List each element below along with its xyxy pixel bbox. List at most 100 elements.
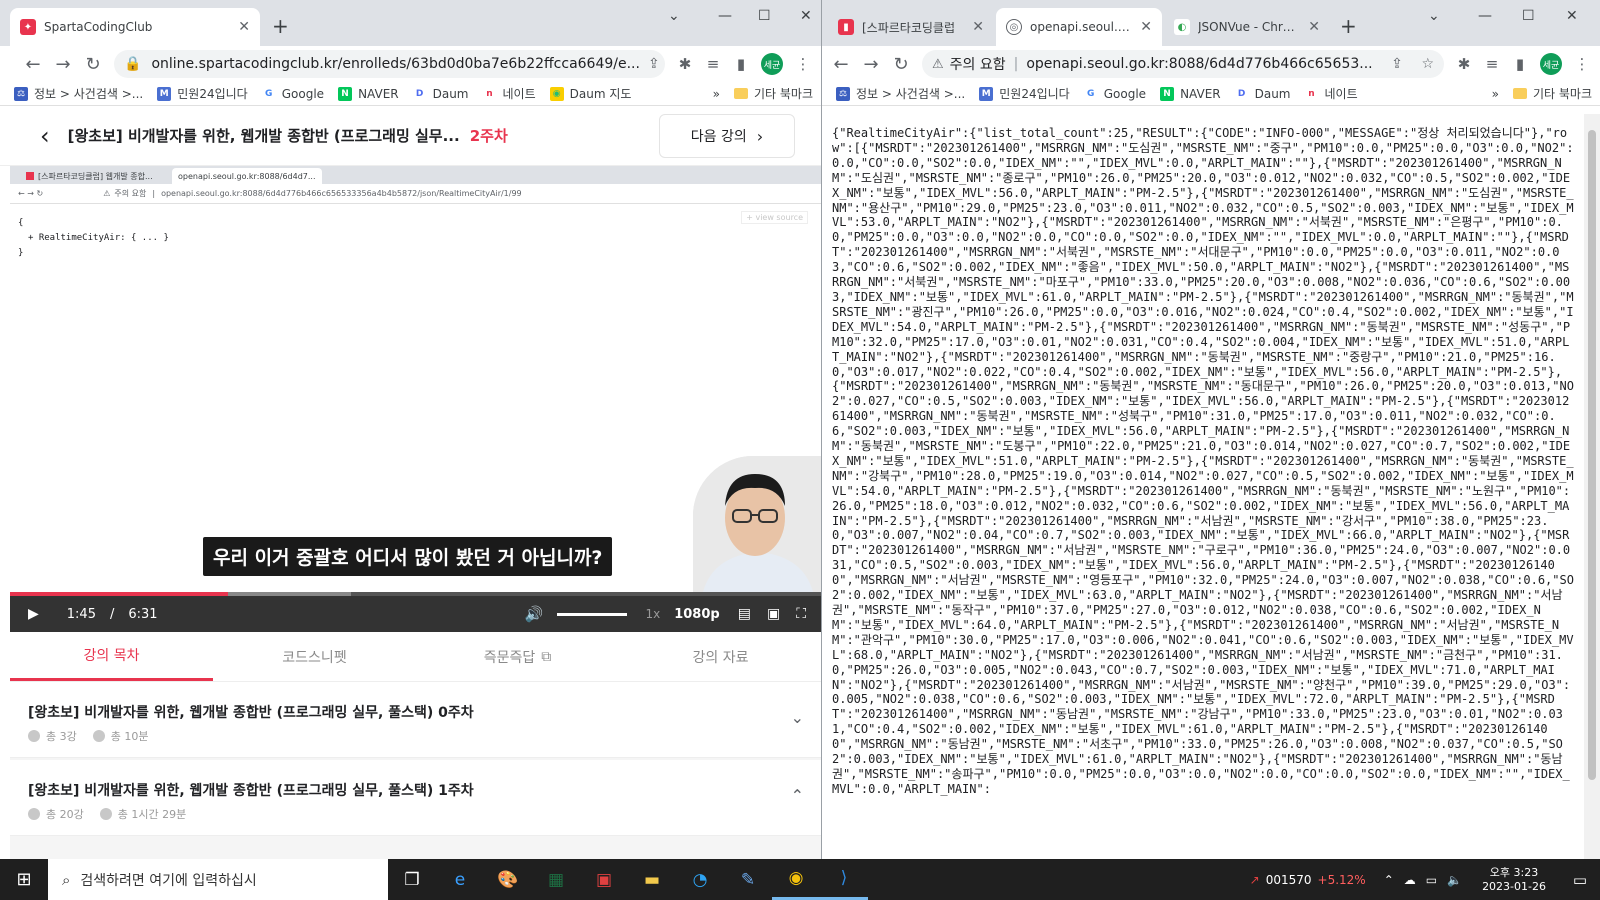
tab-sparta[interactable]: ▮ [스파르타코딩클럽 ✕ xyxy=(828,8,994,46)
address-bar[interactable]: ⚠ 주의 요함 | openapi.seoul.go.kr:8088/6d4d7… xyxy=(922,50,1444,78)
volume-tray-icon[interactable]: 🔈 xyxy=(1447,873,1462,887)
profile-avatar[interactable]: 세균 xyxy=(761,53,783,75)
notification-icon[interactable]: ▭ xyxy=(1560,871,1600,889)
expand-chevron-icon[interactable]: ⌄ xyxy=(791,708,804,727)
bookmark-daum[interactable]: D Daum xyxy=(412,86,469,101)
address-bar[interactable]: 🔒 online.spartacodingclub.kr/enrolleds/6… xyxy=(114,50,665,78)
close-window-icon[interactable]: ✕ xyxy=(800,8,812,24)
tab-code-snippet[interactable]: 코드스니펫 xyxy=(213,632,416,681)
bookmarks-overflow[interactable]: » 기타 북마크 xyxy=(713,85,813,102)
back-icon[interactable]: ← xyxy=(826,54,856,75)
bookmark-google[interactable]: G Google xyxy=(1083,86,1146,101)
notepad-icon[interactable]: ✎ xyxy=(724,859,772,900)
file-explorer-icon[interactable]: ▬ xyxy=(628,859,676,900)
lecture-title: [왕초보] 비개발자를 위한, 웹개발 종합반 (프로그래밍 실무... xyxy=(67,127,460,145)
profile-avatar[interactable]: 세균 xyxy=(1540,53,1562,75)
display-icon[interactable]: ▭ xyxy=(1426,873,1437,887)
volume-slider[interactable] xyxy=(557,612,628,616)
new-tab-icon[interactable]: + xyxy=(272,14,289,38)
tab-jsonvue[interactable]: ◐ JSONVue - Chrom ✕ xyxy=(1164,8,1330,46)
clock[interactable]: 오후 3:23 2023-01-26 xyxy=(1482,866,1546,894)
forward-icon[interactable]: → xyxy=(856,54,886,75)
reload-icon[interactable]: ↻ xyxy=(886,54,916,75)
next-lecture-button[interactable]: 다음 강의 › xyxy=(659,114,795,158)
close-tab-icon[interactable]: ✕ xyxy=(972,19,984,35)
maximize-icon[interactable]: ☐ xyxy=(1522,8,1535,24)
tab-spartacodingclub[interactable]: ✦ SpartaCodingClub ✕ xyxy=(10,8,260,46)
close-window-icon[interactable]: ✕ xyxy=(1566,8,1578,24)
tab-search-icon[interactable]: ⌄ xyxy=(1428,8,1440,24)
vertical-scrollbar[interactable] xyxy=(1584,114,1600,859)
play-circle-icon xyxy=(28,730,40,742)
bookmark-nate[interactable]: n 네이트 xyxy=(482,85,536,102)
minimize-icon[interactable]: — xyxy=(718,8,732,24)
excel-icon[interactable]: ▦ xyxy=(532,859,580,900)
pdf-icon[interactable]: ▣ xyxy=(580,859,628,900)
share-icon[interactable]: ⇪ xyxy=(640,56,660,72)
curriculum-week-1[interactable]: [왕초보] 비개발자를 위한, 웹개발 종합반 (프로그래밍 실무, 풀스택) … xyxy=(10,760,821,836)
video-player[interactable]: [스파르타코딩클럽] 웹개발 종합... openapi.seoul.go.kr… xyxy=(10,166,821,592)
tab-openapi[interactable]: ◎ openapi.seoul.go.k ✕ xyxy=(996,8,1162,46)
close-tab-icon[interactable]: ✕ xyxy=(1140,19,1152,35)
side-panel-icon[interactable]: ▮ xyxy=(1506,55,1534,73)
close-tab-icon[interactable]: ✕ xyxy=(1308,19,1320,35)
edge-icon[interactable]: ◔ xyxy=(676,859,724,900)
menu-icon[interactable]: ⋮ xyxy=(1568,55,1596,73)
bookmark-minwon[interactable]: M 민원24입니다 xyxy=(979,85,1070,102)
menu-icon[interactable]: ⋮ xyxy=(789,55,817,73)
stock-code[interactable]: 001570 xyxy=(1266,873,1312,887)
tab-curriculum[interactable]: 강의 목차 xyxy=(10,632,213,681)
collapse-chevron-icon[interactable]: ⌃ xyxy=(791,786,804,805)
extensions-icon[interactable]: ✱ xyxy=(1450,55,1478,73)
reload-icon[interactable]: ↻ xyxy=(78,54,108,75)
reading-list-icon[interactable]: ≡ xyxy=(699,55,727,73)
network-icon[interactable]: ☁ xyxy=(1404,873,1416,887)
bookmark-court[interactable]: ⚖ 정보 > 사건검색 >... xyxy=(836,85,965,102)
extensions-icon[interactable]: ✱ xyxy=(671,55,699,73)
vscode-icon[interactable]: ⟩ xyxy=(820,859,868,900)
bookmark-naver[interactable]: N NAVER xyxy=(1160,86,1221,101)
naver-icon: N xyxy=(338,86,353,101)
bookmark-daum-map[interactable]: ◉ Daum 지도 xyxy=(549,85,631,102)
back-chevron-icon[interactable]: ‹ xyxy=(40,122,50,150)
bookmark-nate[interactable]: n 네이트 xyxy=(1304,85,1358,102)
quality-setting[interactable]: 1080p xyxy=(674,607,720,622)
maximize-icon[interactable]: ☐ xyxy=(758,8,771,24)
bookmark-google[interactable]: G Google xyxy=(261,86,324,101)
bookmarks-overflow[interactable]: » 기타 북마크 xyxy=(1492,85,1592,102)
curriculum-week-0[interactable]: [왕초보] 비개발자를 위한, 웹개발 종합반 (프로그래밍 실무, 풀스택) … xyxy=(10,682,821,758)
ie-icon[interactable]: e xyxy=(436,859,484,900)
side-panel-icon[interactable]: ▮ xyxy=(727,55,755,73)
paint-icon[interactable]: 🎨 xyxy=(484,859,532,900)
playback-speed[interactable]: 1x xyxy=(645,607,660,621)
back-icon[interactable]: ← xyxy=(18,54,48,75)
new-tab-icon[interactable]: + xyxy=(1340,14,1357,38)
windows-start-icon[interactable]: ⊞ xyxy=(0,869,48,890)
forward-icon[interactable]: → xyxy=(48,54,78,75)
share-icon[interactable]: ⇪ xyxy=(1383,56,1403,72)
pip-icon[interactable]: ▣ xyxy=(767,606,780,622)
task-view-icon[interactable]: ❐ xyxy=(388,859,436,900)
bookmark-naver[interactable]: N NAVER xyxy=(338,86,399,101)
bookmark-court[interactable]: ⚖ 정보 > 사건검색 >... xyxy=(14,85,143,102)
bookmark-minwon[interactable]: M 민원24입니다 xyxy=(157,85,248,102)
scrollbar-thumb[interactable] xyxy=(1588,130,1596,780)
taskbar-search-box[interactable]: ⌕ 검색하려면 여기에 입력하십시 xyxy=(48,859,388,900)
play-icon[interactable]: ▶ xyxy=(28,606,39,622)
bookmark-label: 민원24입니다 xyxy=(999,87,1070,101)
bookmark-daum[interactable]: D Daum xyxy=(1234,86,1291,101)
tab-search-icon[interactable]: ⌄ xyxy=(668,8,680,24)
captions-icon[interactable]: ▤ xyxy=(738,606,751,622)
bookmark-star-icon[interactable]: ☆ xyxy=(660,56,665,72)
bookmark-star-icon[interactable]: ☆ xyxy=(1413,56,1434,72)
minimize-icon[interactable]: — xyxy=(1478,8,1492,24)
close-tab-icon[interactable]: ✕ xyxy=(238,19,250,35)
tab-qna[interactable]: 즉문즉답 ⧉ xyxy=(416,632,619,681)
reading-list-icon[interactable]: ≡ xyxy=(1478,55,1506,73)
fullscreen-icon[interactable]: ⛶ xyxy=(796,606,806,622)
tab-materials[interactable]: 강의 자료 xyxy=(619,632,821,681)
tray-overflow-icon[interactable]: ⌃ xyxy=(1384,873,1394,887)
inner-tab-title: [스파르타코딩클럽] 웹개발 종합... xyxy=(38,171,153,181)
volume-icon[interactable]: 🔊 xyxy=(525,605,544,623)
chrome-icon[interactable]: ◉ xyxy=(772,859,820,900)
